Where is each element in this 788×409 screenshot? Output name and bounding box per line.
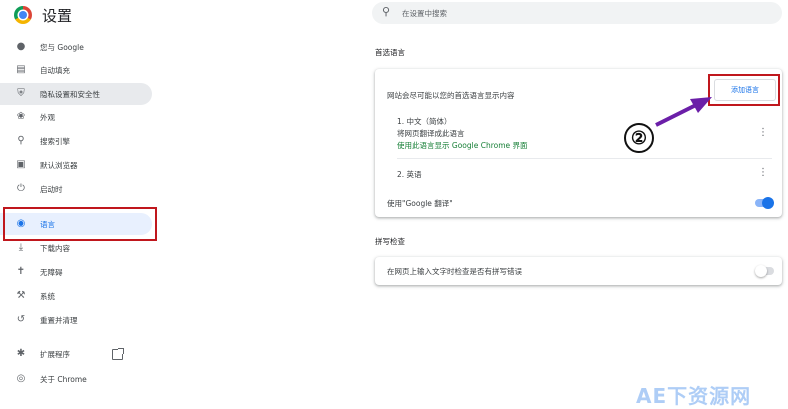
sidebar-item-label: 下载内容	[40, 243, 70, 253]
spellcheck-toggle[interactable]	[755, 265, 774, 277]
sidebar-item-system[interactable]: ⚒ 系统	[0, 285, 152, 307]
languages-description: 网站会尽可能以您的首选语言显示内容	[387, 91, 515, 100]
sidebar-item-label: 默认浏览器	[40, 160, 78, 170]
chrome-icon: ◎	[16, 373, 26, 384]
shield-icon: ⛨	[17, 88, 25, 99]
languages-highlight-box	[3, 207, 157, 241]
divider	[397, 158, 772, 159]
spellcheck-card: 在网页上输入文字时检查是否有拼写错误	[375, 257, 782, 285]
sidebar-item-autofill[interactable]: ▤ 自动填充	[0, 59, 152, 81]
google-translate-toggle[interactable]	[755, 197, 774, 209]
wrench-icon: ⚒	[16, 290, 26, 301]
sidebar-item-extensions[interactable]: ✱ 扩展程序	[0, 343, 152, 365]
language-translate-note: 将网页翻译成此语言	[397, 129, 465, 138]
watermark: AE下资源网	[636, 384, 752, 408]
language-name: 2. 英语	[397, 170, 422, 179]
sidebar-item-label: 启动时	[40, 184, 63, 194]
toggle-knob	[755, 265, 767, 277]
sidebar-item-label: 扩展程序	[40, 349, 70, 359]
arrow-shaft	[655, 103, 697, 127]
sidebar-item-accessibility[interactable]: ✝ 无障碍	[0, 261, 152, 283]
languages-section-title: 首选语言	[375, 48, 405, 57]
sidebar-item-search-engine[interactable]: ⚲ 搜索引擎	[0, 130, 152, 152]
sidebar-item-label: 搜索引擎	[40, 136, 70, 146]
step-number-badge: ②	[624, 123, 654, 153]
sidebar-item-label: 隐私设置和安全性	[40, 89, 100, 99]
page-title: 设置	[42, 7, 73, 25]
power-icon: ⏻	[17, 183, 25, 194]
sidebar-item-label: 系统	[40, 291, 55, 301]
chrome-logo	[14, 6, 32, 24]
sidebar-item-label: 外观	[40, 112, 55, 122]
sidebar-item-label: 自动填充	[40, 65, 70, 75]
sidebar-item-appearance[interactable]: ❀ 外观	[0, 106, 152, 128]
sidebar-item-reset[interactable]: ↺ 重置并清理	[0, 309, 152, 331]
more-options-icon[interactable]: ⋮	[758, 168, 768, 178]
sidebar-item-label: 关于 Chrome	[40, 374, 87, 384]
languages-card: 网站会尽可能以您的首选语言显示内容 添加语言 1. 中文（简体） 将网页翻译成此…	[375, 69, 782, 217]
search-input[interactable]	[402, 5, 762, 21]
external-link-icon	[112, 347, 124, 360]
language-name: 1. 中文（简体）	[397, 117, 452, 126]
sidebar-item-about-chrome[interactable]: ◎ 关于 Chrome	[0, 368, 152, 390]
person-icon: ●	[16, 41, 26, 52]
accessibility-icon: ✝	[16, 266, 26, 277]
spellcheck-section-title: 拼写检查	[375, 237, 405, 246]
browser-icon: ▣	[16, 159, 26, 170]
more-options-icon[interactable]: ⋮	[758, 128, 768, 138]
sidebar-item-label: 重置并清理	[40, 315, 78, 325]
toggle-knob	[762, 197, 774, 209]
search-icon: ⚲	[17, 135, 25, 146]
search-icon: ⚲	[382, 5, 391, 18]
google-translate-label: 使用"Google 翻译"	[387, 199, 453, 208]
sidebar-item-label: 您与 Google	[40, 42, 84, 52]
palette-icon: ❀	[16, 111, 26, 122]
annotation-arrow	[655, 97, 712, 127]
language-ui-note: 使用此语言显示 Google Chrome 界面	[397, 141, 528, 150]
clipboard-icon: ▤	[16, 64, 26, 75]
download-icon: ⤓	[18, 242, 24, 253]
reset-icon: ↺	[16, 314, 26, 325]
sidebar-item-default-browser[interactable]: ▣ 默认浏览器	[0, 154, 152, 176]
sidebar-item-on-startup[interactable]: ⏻ 启动时	[0, 178, 152, 200]
sidebar-item-privacy[interactable]: ⛨ 隐私设置和安全性	[0, 83, 152, 105]
sidebar-item-label: 无障碍	[40, 267, 63, 277]
sidebar-item-you-and-google[interactable]: ● 您与 Google	[0, 36, 152, 58]
puzzle-icon: ✱	[16, 348, 26, 359]
spellcheck-label: 在网页上输入文字时检查是否有拼写错误	[387, 267, 522, 276]
search-bar[interactable]: ⚲	[372, 2, 782, 24]
